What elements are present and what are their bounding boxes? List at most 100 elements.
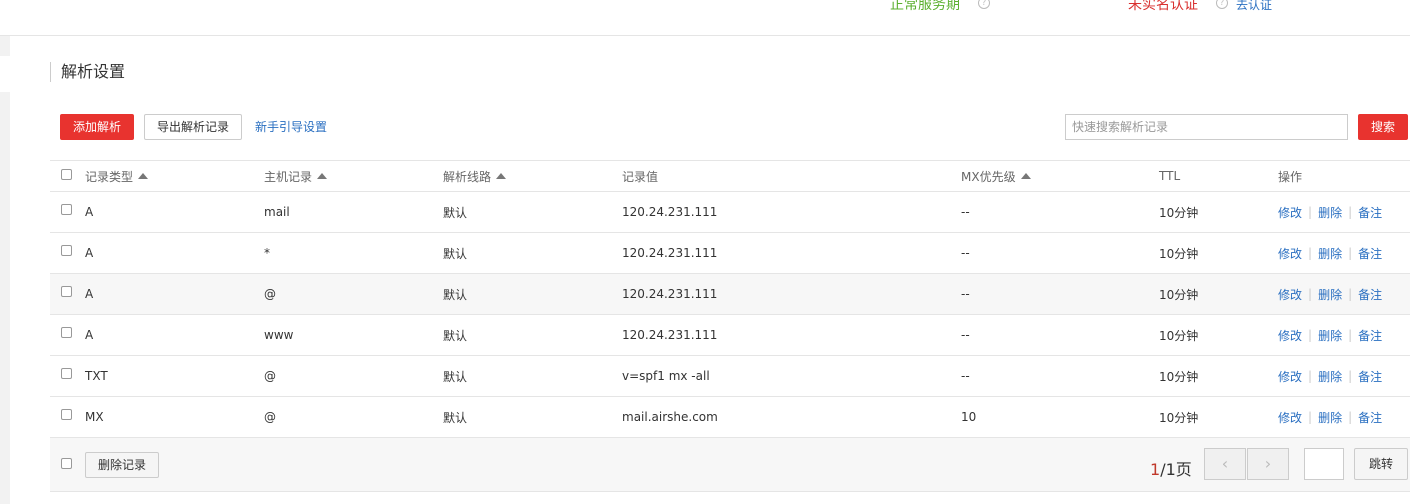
header-type[interactable]: 记录类型 [85,161,149,191]
service-status: 正常服务期 [890,0,960,13]
question-circle-icon[interactable]: ? [1216,0,1228,9]
record-value: 120.24.231.111 [622,287,718,301]
table-header: 记录类型 主机记录 解析线路 记录值 MX优先级 TTL 操作 [50,161,1410,192]
current-page: 1 [1150,460,1161,479]
record-mx: -- [961,369,970,383]
record-type: MX [85,410,104,424]
record-mx: -- [961,287,970,301]
delete-link[interactable]: 删除 [1318,409,1342,426]
jump-button[interactable]: 跳转 [1354,448,1408,480]
chevron-left-icon: ‹ [1221,454,1229,473]
page-total: /1页 [1160,460,1192,479]
next-page-button[interactable]: › [1247,448,1289,480]
sort-up-icon[interactable] [496,173,507,179]
record-host: @ [264,410,276,424]
beginner-guide-link[interactable]: 新手引导设置 [255,118,327,135]
record-ops: 修改 | 删除 | 备注 [1278,315,1382,355]
separator: | [1308,328,1313,342]
header-mx[interactable]: MX优先级 [961,161,1031,191]
header-value: 记录值 [622,169,659,184]
edit-link[interactable]: 修改 [1278,245,1302,262]
table-footer: 删除记录 1/1页 ‹ › 跳转 [50,438,1410,492]
record-ops: 修改 | 删除 | 备注 [1278,274,1382,314]
sort-up-icon[interactable] [1020,173,1031,179]
row-checkbox[interactable] [61,204,72,215]
record-host: mail [264,205,290,219]
edit-link[interactable]: 修改 [1278,286,1302,303]
export-records-button[interactable]: 导出解析记录 [144,114,242,140]
search-button[interactable]: 搜索 [1358,114,1408,140]
record-value: 120.24.231.111 [622,205,718,219]
header-ttl: TTL [1159,169,1181,183]
record-ttl: 10分钟 [1159,369,1199,384]
record-type: TXT [85,369,108,383]
delete-link[interactable]: 删除 [1318,204,1342,221]
record-ops: 修改 | 删除 | 备注 [1278,356,1382,396]
header-host[interactable]: 主机记录 [264,161,328,191]
record-line: 默认 [443,410,468,425]
separator: | [1348,410,1353,424]
row-checkbox[interactable] [61,245,72,256]
select-all-footer-checkbox[interactable] [61,458,72,469]
realname-status: 未实名认证 [1128,0,1198,13]
row-checkbox[interactable] [61,368,72,379]
record-line: 默认 [443,246,468,261]
separator: | [1308,246,1313,260]
record-type: A [85,287,94,301]
delete-link[interactable]: 删除 [1318,286,1342,303]
record-ttl: 10分钟 [1159,287,1199,302]
record-ops: 修改 | 删除 | 备注 [1278,192,1382,232]
table-row: A www 默认 120.24.231.111 -- 10分钟 修改 | 删除 | 备注 [50,315,1410,356]
note-link[interactable]: 备注 [1358,204,1382,221]
question-circle-icon[interactable]: ? [978,0,990,9]
record-line: 默认 [443,328,468,343]
chevron-right-icon: › [1264,454,1272,473]
separator: | [1308,369,1313,383]
note-link[interactable]: 备注 [1358,327,1382,344]
table-row: A * 默认 120.24.231.111 -- 10分钟 修改 | 删除 | 备注 [50,233,1410,274]
row-checkbox[interactable] [61,327,72,338]
sort-up-icon[interactable] [138,173,149,179]
edit-link[interactable]: 修改 [1278,204,1302,221]
record-host: @ [264,369,276,383]
page-jump-input[interactable] [1304,448,1344,480]
separator: | [1308,287,1313,301]
delete-link[interactable]: 删除 [1318,327,1342,344]
record-line: 默认 [443,369,468,384]
header-line[interactable]: 解析线路 [443,161,507,191]
edit-link[interactable]: 修改 [1278,409,1302,426]
prev-page-button[interactable]: ‹ [1204,448,1246,480]
table-row: A @ 默认 120.24.231.111 -- 10分钟 修改 | 删除 | 备注 [50,274,1410,315]
note-link[interactable]: 备注 [1358,409,1382,426]
record-line: 默认 [443,287,468,302]
edit-link[interactable]: 修改 [1278,327,1302,344]
add-record-button[interactable]: 添加解析 [60,114,134,140]
row-checkbox[interactable] [61,286,72,297]
record-mx: -- [961,328,970,342]
delete-records-button[interactable]: 删除记录 [85,452,159,478]
separator: | [1348,246,1353,260]
sort-up-icon[interactable] [317,173,328,179]
search-input[interactable] [1065,114,1348,140]
note-link[interactable]: 备注 [1358,368,1382,385]
delete-link[interactable]: 删除 [1318,368,1342,385]
select-all-checkbox[interactable] [61,169,72,180]
note-link[interactable]: 备注 [1358,286,1382,303]
record-type: A [85,328,94,342]
separator: | [1348,287,1353,301]
record-ttl: 10分钟 [1159,246,1199,261]
sidebar-notch [0,56,10,92]
edit-link[interactable]: 修改 [1278,368,1302,385]
note-link[interactable]: 备注 [1358,245,1382,262]
record-line: 默认 [443,205,468,220]
record-host: @ [264,287,276,301]
record-ttl: 10分钟 [1159,205,1199,220]
dns-records-table: 记录类型 主机记录 解析线路 记录值 MX优先级 TTL 操作 A mail 默… [50,160,1410,492]
certify-link[interactable]: 去认证 [1236,0,1272,13]
row-checkbox[interactable] [61,409,72,420]
separator: | [1308,205,1313,219]
separator: | [1348,369,1353,383]
delete-link[interactable]: 删除 [1318,245,1342,262]
record-host: * [264,246,270,260]
record-ops: 修改 | 删除 | 备注 [1278,233,1382,273]
